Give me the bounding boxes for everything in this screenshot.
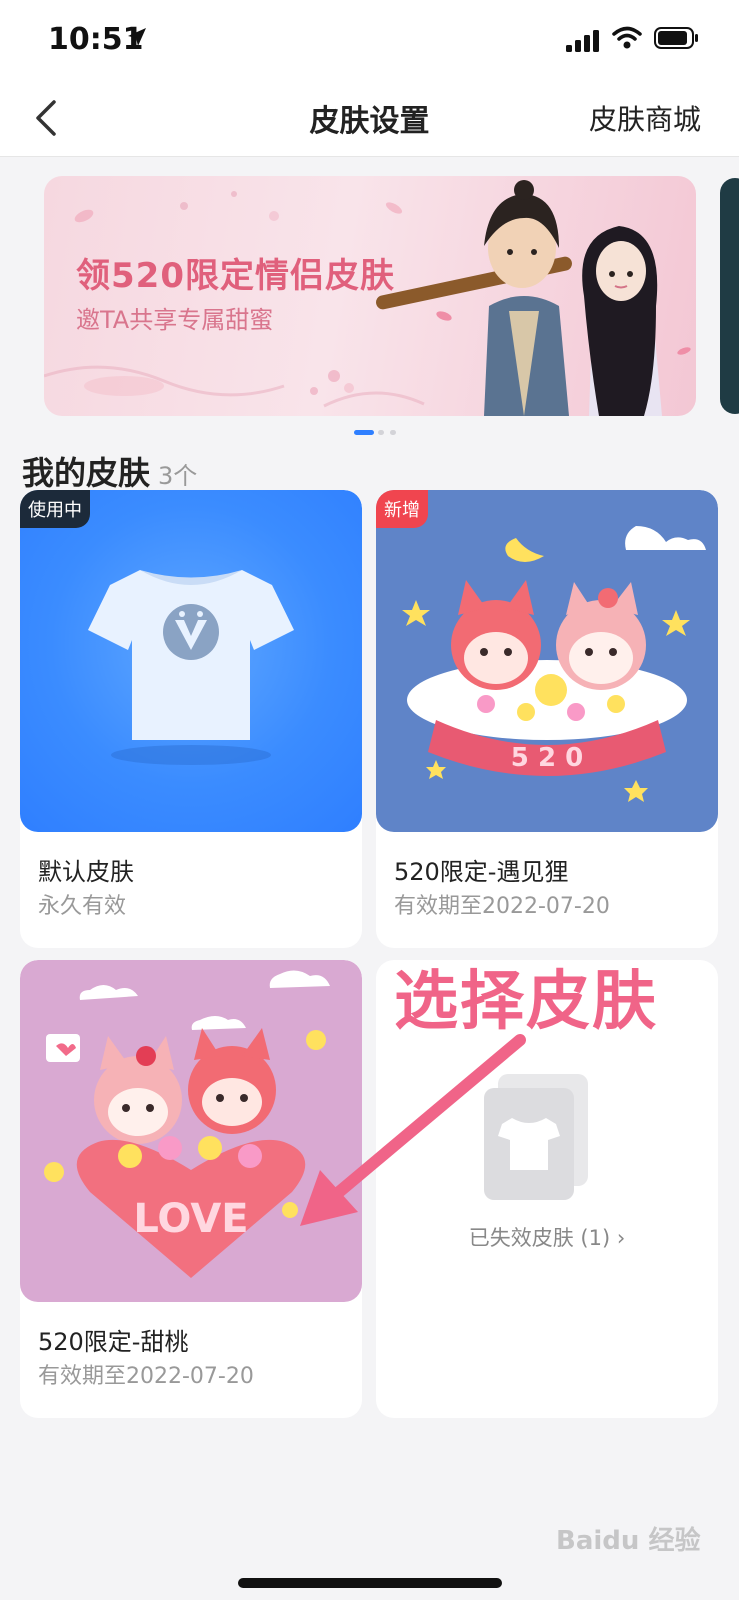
status-bar: 10:51 — [0, 0, 739, 80]
annotation-text: 选择皮肤 — [394, 965, 658, 1039]
wifi-icon — [612, 26, 642, 49]
carousel-dot — [378, 430, 384, 435]
skin-store-link[interactable]: 皮肤商城 — [589, 98, 701, 138]
skin-card-default[interactable]: 使用中 默认皮肤 永久有效 — [20, 490, 362, 948]
nav-bar: 皮肤设置 皮肤商城 — [0, 80, 739, 157]
section-count: 3个 — [158, 462, 198, 490]
tshirt-icon — [88, 570, 294, 765]
next-banner-peek[interactable] — [720, 178, 739, 414]
battery-icon — [654, 27, 698, 49]
location-arrow-icon — [128, 28, 146, 46]
banner-title: 领520限定情侣皮肤 — [76, 256, 395, 296]
skin-name: 520限定-遇见狸 — [394, 858, 569, 886]
carousel-dot-active — [354, 430, 374, 435]
skin-validity: 有效期至2022-07-20 — [38, 1364, 254, 1389]
cellular-signal-icon — [566, 30, 599, 52]
new-badge: 新增 — [376, 490, 428, 528]
svg-text:LOVE: LOVE — [133, 1196, 248, 1242]
carousel-dot — [390, 430, 396, 435]
skin-validity: 永久有效 — [38, 894, 127, 919]
banner-subtitle: 邀TA共享专属甜蜜 — [76, 306, 274, 334]
promo-banner[interactable]: 领520限定情侣皮肤 邀TA共享专属甜蜜 — [44, 176, 696, 416]
svg-text:5 2 0: 5 2 0 — [511, 743, 583, 773]
fox-couple-illustration: 5 2 0 — [402, 526, 706, 802]
girl-character — [582, 226, 662, 416]
home-indicator — [238, 1578, 502, 1588]
skin-card-520-meet-fox[interactable]: 5 2 0 新增 520限定-遇见狸 有效期至2022-07-20 — [376, 490, 718, 948]
section-title: 我的皮肤 — [22, 454, 151, 492]
boy-character — [376, 180, 572, 416]
watermark: Baidu 经验 — [556, 1526, 701, 1556]
skin-thumbnail — [20, 490, 362, 832]
in-use-badge: 使用中 — [20, 490, 90, 528]
annotation-arrow-icon — [300, 1034, 526, 1226]
skin-name: 520限定-甜桃 — [38, 1328, 189, 1356]
skin-name: 默认皮肤 — [38, 858, 134, 886]
carousel-indicator — [354, 430, 414, 436]
skin-thumbnail: 5 2 0 — [376, 490, 718, 832]
skin-validity: 有效期至2022-07-20 — [394, 894, 610, 919]
